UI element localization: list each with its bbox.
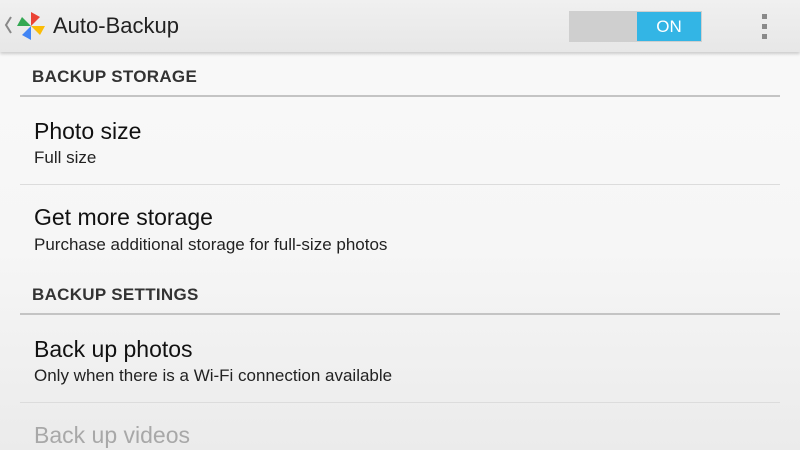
- auto-backup-toggle[interactable]: ON: [569, 11, 702, 42]
- action-bar: Auto-Backup ON: [0, 0, 800, 52]
- back-up-photos-preference[interactable]: Back up photos Only when there is a Wi-F…: [20, 315, 780, 402]
- photo-size-preference[interactable]: Photo size Full size: [20, 97, 780, 184]
- back-up-videos-preference[interactable]: Back up videos: [20, 403, 780, 450]
- section-header-backup-settings: BACKUP SETTINGS: [32, 285, 199, 304]
- get-more-storage-preference[interactable]: Get more storage Purchase additional sto…: [20, 185, 780, 282]
- up-caret-icon[interactable]: [3, 14, 13, 36]
- pref-title: Photo size: [34, 118, 142, 144]
- pref-title: Back up photos: [34, 336, 193, 362]
- overflow-dot-icon: [762, 24, 767, 29]
- pref-summary: Purchase additional storage for full-siz…: [34, 235, 388, 254]
- photos-pinwheel-icon[interactable]: [14, 9, 48, 43]
- overflow-dot-icon: [762, 14, 767, 19]
- pref-title: Get more storage: [34, 204, 213, 230]
- pref-summary: Full size: [34, 148, 97, 167]
- overflow-menu-icon[interactable]: [755, 10, 775, 44]
- pref-summary: Only when there is a Wi-Fi connection av…: [34, 366, 393, 385]
- pref-title: Back up videos: [34, 422, 190, 448]
- section-header-backup-storage: BACKUP STORAGE: [32, 67, 198, 86]
- app-title: Auto-Backup: [53, 13, 179, 38]
- toggle-on-label: ON: [637, 12, 701, 41]
- overflow-dot-icon: [762, 34, 767, 39]
